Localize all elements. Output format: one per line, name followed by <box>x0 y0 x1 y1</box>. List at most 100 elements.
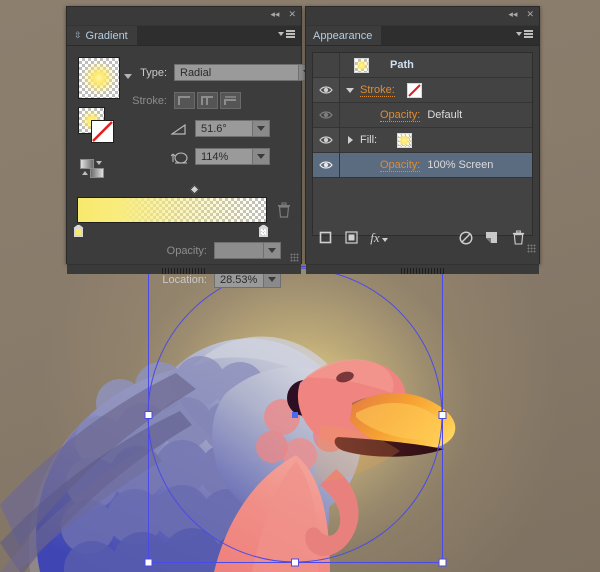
duplicate-item-button[interactable] <box>479 231 505 244</box>
fill-opacity-row[interactable]: Opacity: 100% Screen <box>313 153 532 178</box>
duplicate-icon <box>486 232 497 243</box>
tab-appearance-label: Appearance <box>313 29 373 42</box>
appearance-panel-resize-grip[interactable] <box>527 244 536 253</box>
stroke-disclosure-triangle-icon[interactable] <box>340 87 360 93</box>
fx-chevron-down-icon[interactable] <box>381 238 388 242</box>
location-value: 28.53% <box>220 273 258 286</box>
tab-gradient-label: Gradient <box>85 29 128 42</box>
fill-row[interactable]: Fill: <box>313 128 532 153</box>
bird-head-illustration[interactable] <box>0 255 600 572</box>
gradient-panel-body: Type: Radial Stroke: 51.6° 114% Opacity:… <box>67 46 316 288</box>
no-symbol-icon <box>459 230 473 245</box>
location-label: Location: <box>162 273 207 286</box>
fx-label: fx <box>370 229 380 245</box>
panel-menu-icon[interactable] <box>278 30 295 38</box>
type-select[interactable]: Radial <box>174 64 299 81</box>
stroke-visibility-toggle[interactable] <box>313 78 340 102</box>
add-effect-button[interactable]: fx <box>364 230 394 246</box>
collapse-double-arrow-icon[interactable]: ◂◂ <box>508 10 517 19</box>
panel-menu-icon[interactable] <box>516 30 533 38</box>
close-icon[interactable]: ✕ <box>526 10 534 19</box>
gradient-panel-drag-grip[interactable] <box>162 268 206 274</box>
path-eye-placeholder <box>313 53 340 77</box>
gradient-fill-swatch[interactable] <box>78 57 120 99</box>
aspect-value: 114% <box>201 150 229 163</box>
eye-icon <box>319 136 333 144</box>
eye-icon <box>319 111 333 119</box>
appearance-panel-titlebar[interactable]: ◂◂ ✕ <box>306 7 539 26</box>
gradient-stop-end[interactable] <box>258 224 269 238</box>
path-gradient-thumb[interactable] <box>354 57 369 73</box>
angle-input[interactable]: 51.6° <box>195 120 253 137</box>
gradient-type-row: Type: Radial <box>129 64 316 81</box>
opacity-chevron-down-icon[interactable] <box>264 242 281 259</box>
opacity-input[interactable] <box>214 242 264 259</box>
gradient-stroke-row: Stroke: <box>129 92 241 109</box>
angle-chevron-down-icon[interactable] <box>253 120 270 137</box>
gradient-midpoint-handle[interactable] <box>189 184 200 195</box>
fill-opacity-visibility-toggle[interactable] <box>313 153 340 177</box>
fill-visibility-toggle[interactable] <box>313 128 340 152</box>
clear-appearance-button[interactable] <box>453 230 479 245</box>
gradient-opacity-row: Opacity: <box>151 242 281 259</box>
appearance-panel[interactable]: ◂◂ ✕ Appearance Path Stroke: Opacity: De… <box>305 6 540 274</box>
none-slash-icon <box>92 121 113 142</box>
trash-icon <box>512 230 524 245</box>
gradient-slider[interactable] <box>73 197 269 238</box>
path-row[interactable]: Path <box>313 53 532 78</box>
gradient-panel-titlebar[interactable]: ◂◂ ✕ <box>67 7 301 26</box>
gradient-type-toggle-icon[interactable] <box>80 159 106 178</box>
stroke-opacity-label[interactable]: Opacity: <box>380 109 421 122</box>
stroke-label[interactable]: Stroke: <box>360 84 395 97</box>
tab-gradient[interactable]: ⇳ Gradient <box>67 26 137 45</box>
gradient-tabstrip[interactable]: ⇳ Gradient <box>67 26 301 46</box>
stroke-gradient-along-button[interactable] <box>197 92 218 109</box>
stroke-gradient-across-button[interactable] <box>220 92 241 109</box>
gradient-panel-footer <box>67 264 301 274</box>
appearance-panel-drag-grip[interactable] <box>400 268 445 274</box>
tab-appearance[interactable]: Appearance <box>306 26 382 45</box>
angle-value: 51.6° <box>201 122 227 135</box>
add-new-stroke-button[interactable] <box>312 231 338 244</box>
stroke-label: Stroke: <box>132 94 167 107</box>
eye-icon <box>319 161 333 169</box>
stroke-opacity-row[interactable]: Opacity: Default <box>313 103 532 128</box>
fill-disclosure-triangle-icon[interactable] <box>340 136 360 144</box>
gradient-tab-grip-icon: ⇳ <box>74 30 82 40</box>
square-filled-icon <box>344 231 358 244</box>
stroke-gradient-within-button[interactable] <box>174 92 195 109</box>
opacity-label: Opacity: <box>166 244 207 257</box>
delete-item-button[interactable] <box>505 230 531 245</box>
stroke-row[interactable]: Stroke: <box>313 78 532 103</box>
gradient-panel-resize-grip[interactable] <box>290 253 299 262</box>
fill-opacity-value: 100% Screen <box>427 159 494 171</box>
appearance-toolbar: fx <box>312 227 531 248</box>
appearance-panel-body: Path Stroke: Opacity: Default Fill: Opac… <box>306 46 539 264</box>
aspect-ratio-icon <box>171 151 188 164</box>
type-label: Type: <box>140 66 167 79</box>
aspect-chevron-down-icon[interactable] <box>253 148 270 165</box>
stroke-none-swatch[interactable] <box>406 82 422 98</box>
fill-gradient-swatch[interactable] <box>397 132 413 148</box>
eye-icon <box>319 86 333 94</box>
square-outline-icon <box>319 231 331 244</box>
gradient-ramp[interactable] <box>77 197 267 223</box>
fill-stroke-swatch[interactable] <box>78 107 116 143</box>
aspect-input[interactable]: 114% <box>195 148 253 165</box>
delete-stop-trash-icon[interactable] <box>277 202 291 218</box>
stroke-opacity-visibility-toggle[interactable] <box>313 103 340 127</box>
gradient-stop-start[interactable] <box>73 224 84 238</box>
add-new-fill-button[interactable] <box>338 231 364 244</box>
stroke-opacity-value: Default <box>427 109 463 121</box>
appearance-tabstrip[interactable]: Appearance <box>306 26 539 46</box>
appearance-panel-footer <box>306 264 539 274</box>
angle-icon <box>171 123 186 135</box>
gradient-panel[interactable]: ◂◂ ✕ ⇳ Gradient Type: Radial Stroke: 51.… <box>66 6 316 288</box>
appearance-list[interactable]: Path Stroke: Opacity: Default Fill: Opac… <box>312 52 533 236</box>
path-label: Path <box>390 59 414 71</box>
close-icon[interactable]: ✕ <box>288 10 296 19</box>
fill-label[interactable]: Fill: <box>360 134 377 146</box>
fill-opacity-label[interactable]: Opacity: <box>380 159 421 172</box>
collapse-double-arrow-icon[interactable]: ◂◂ <box>270 10 279 19</box>
type-select-value: Radial <box>180 66 212 79</box>
